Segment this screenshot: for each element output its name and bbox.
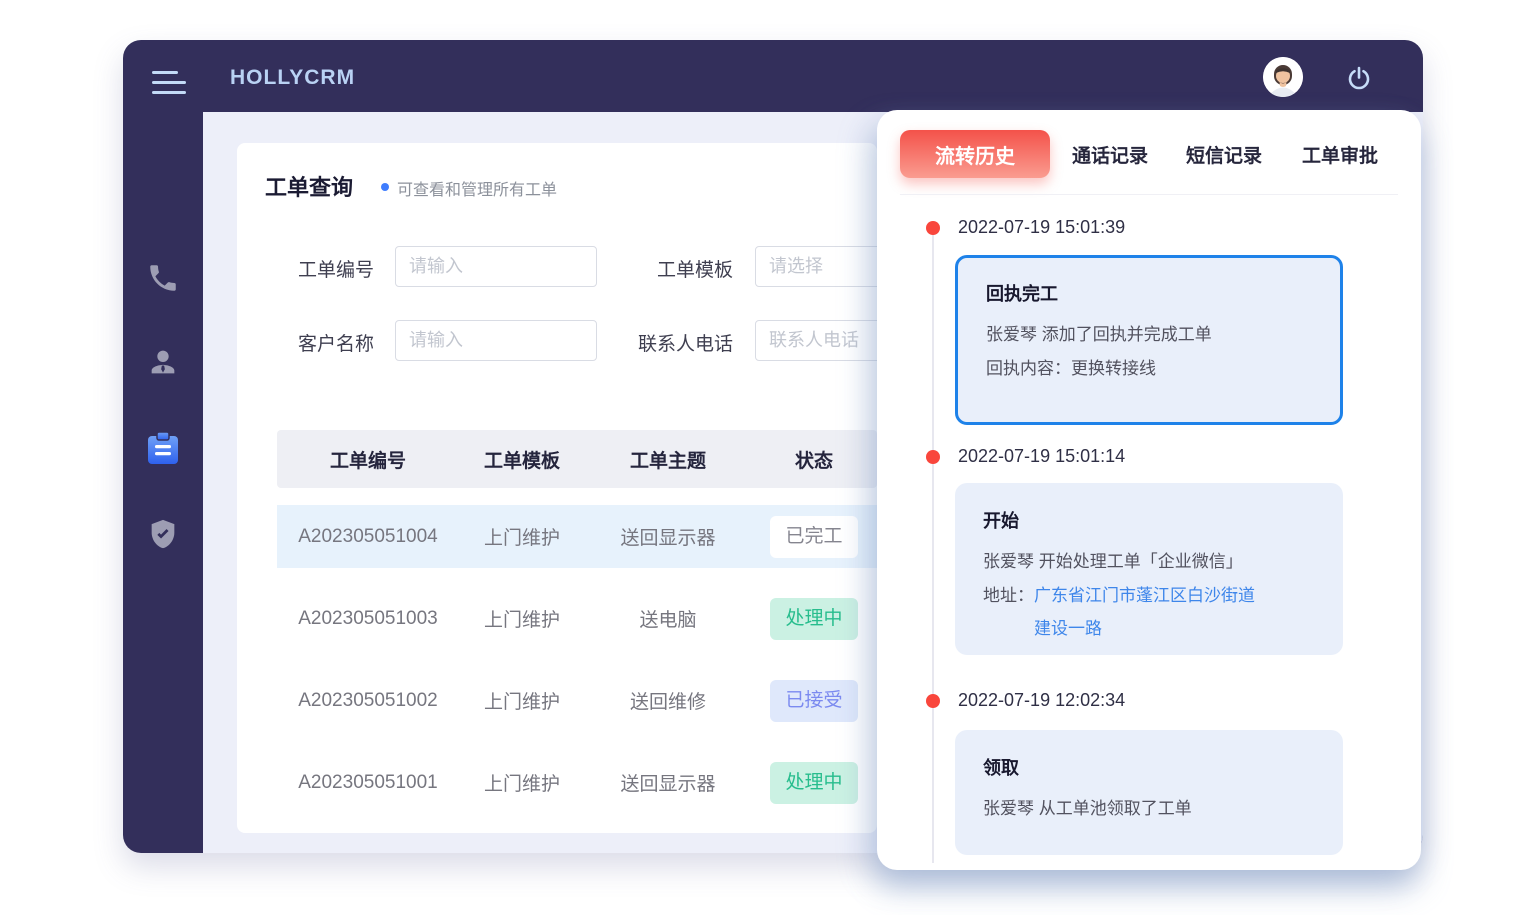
title-dot	[381, 183, 389, 191]
timeline-card-claimed[interactable]: 领取 张爱琴 从工单池领取了工单	[955, 730, 1343, 855]
table-header: 工单编号 工单模板 工单主题 状态	[277, 430, 877, 488]
tab-flow-history[interactable]: 流转历史	[900, 130, 1050, 178]
col-template: 工单模板	[459, 446, 585, 473]
timeline-card-start[interactable]: 开始 张爱琴 开始处理工单「企业微信」 地址： 广东省江门市蓬江区白沙街道建设一…	[955, 483, 1343, 655]
customer-name-input[interactable]	[395, 320, 597, 361]
event-line: 回执内容：更换转接线	[986, 352, 1316, 386]
event-address-row: 地址： 广东省江门市蓬江区白沙街道建设一路	[983, 579, 1319, 645]
template-select[interactable]	[755, 246, 877, 287]
status-badge: 处理中	[770, 598, 858, 640]
cell-subject: 送回维修	[585, 687, 751, 714]
timeline-dot	[926, 694, 940, 708]
col-subject: 工单主题	[585, 446, 751, 473]
filter-label-contact-phone: 联系人电话	[638, 329, 733, 356]
timeline-timestamp: 2022-07-19 15:01:39	[958, 217, 1125, 238]
event-line: 张爱琴 添加了回执并完成工单	[986, 318, 1316, 352]
col-status: 状态	[751, 446, 877, 473]
event-title: 领取	[983, 754, 1319, 780]
timeline-dot	[926, 221, 940, 235]
work-order-query-card: 工单查询 可查看和管理所有工单 工单编号 工单模板 客户名称 联系人电话 工单编…	[237, 143, 877, 833]
tab-sms-records[interactable]: 短信记录	[1186, 141, 1262, 168]
timeline-timestamp: 2022-07-19 12:02:34	[958, 690, 1125, 711]
page-subtitle: 可查看和管理所有工单	[397, 176, 557, 200]
sidebar-item-security[interactable]	[146, 516, 180, 552]
user-icon	[146, 344, 180, 380]
filter-label-customer: 客户名称	[283, 329, 374, 356]
address-label: 地址：	[983, 579, 1034, 645]
cell-template: 上门维护	[459, 687, 585, 714]
filter-label-order-no: 工单编号	[283, 255, 374, 282]
table-row[interactable]: A202305051003 上门维护 送电脑 处理中	[277, 587, 877, 650]
timeline-timestamp: 2022-07-19 15:01:14	[958, 446, 1125, 467]
clipboard-icon	[146, 430, 180, 467]
order-no-input[interactable]	[395, 246, 597, 287]
event-line: 张爱琴 从工单池领取了工单	[983, 792, 1319, 826]
address-link[interactable]: 广东省江门市蓬江区白沙街道建设一路	[1034, 579, 1266, 645]
shield-check-icon	[146, 516, 180, 552]
phone-icon	[146, 261, 180, 295]
cell-order-no: A202305051004	[277, 526, 459, 548]
status-badge: 已接受	[770, 680, 858, 722]
cell-order-no: A202305051003	[277, 608, 459, 630]
power-icon[interactable]	[1346, 65, 1372, 91]
table-row[interactable]: A202305051004 上门维护 送回显示器 已完工	[277, 505, 877, 568]
tab-call-records[interactable]: 通话记录	[1072, 141, 1148, 168]
panel-tabs: 流转历史 通话记录 短信记录 工单审批	[900, 130, 1398, 178]
contact-phone-input[interactable]	[755, 320, 877, 361]
tab-order-approval[interactable]: 工单审批	[1302, 141, 1378, 168]
cell-order-no: A202305051002	[277, 690, 459, 712]
user-avatar[interactable]	[1263, 57, 1303, 97]
cell-status: 已完工	[751, 516, 877, 558]
cell-subject: 送回显示器	[585, 523, 751, 550]
status-badge: 已完工	[770, 516, 858, 558]
detail-panel: 流转历史 通话记录 短信记录 工单审批 2022-07-19 15:01:39 …	[877, 110, 1421, 870]
timeline-line	[932, 228, 934, 863]
timeline-dot	[926, 450, 940, 464]
menu-icon[interactable]	[152, 71, 186, 97]
col-order-no: 工单编号	[277, 446, 459, 473]
brand-logo: HOLLYCRM	[230, 66, 355, 90]
cell-subject: 送回显示器	[585, 769, 751, 796]
cell-status: 处理中	[751, 762, 877, 804]
sidebar-item-workorders[interactable]	[146, 430, 180, 466]
timeline-card-completed[interactable]: 回执完工 张爱琴 添加了回执并完成工单 回执内容：更换转接线	[955, 255, 1343, 425]
table-body: A202305051004 上门维护 送回显示器 已完工 A2023050510…	[277, 505, 877, 833]
cell-template: 上门维护	[459, 605, 585, 632]
table-row[interactable]: A202305051001 上门维护 送回显示器 处理中	[277, 751, 877, 814]
cell-template: 上门维护	[459, 769, 585, 796]
table-row[interactable]: A202305051002 上门维护 送回维修 已接受	[277, 669, 877, 732]
sidebar-item-calls[interactable]	[146, 261, 180, 297]
status-badge: 处理中	[770, 762, 858, 804]
tabs-divider	[900, 194, 1398, 195]
cell-order-no: A202305051001	[277, 772, 459, 794]
event-title: 开始	[983, 507, 1319, 533]
cell-template: 上门维护	[459, 523, 585, 550]
cell-status: 已接受	[751, 680, 877, 722]
event-line: 张爱琴 开始处理工单「企业微信」	[983, 545, 1319, 579]
sidebar-item-customers[interactable]	[146, 344, 180, 380]
page-title: 工单查询	[265, 170, 353, 202]
filter-label-template: 工单模板	[648, 255, 733, 282]
cell-status: 处理中	[751, 598, 877, 640]
event-title: 回执完工	[986, 280, 1316, 306]
cell-subject: 送电脑	[585, 605, 751, 632]
